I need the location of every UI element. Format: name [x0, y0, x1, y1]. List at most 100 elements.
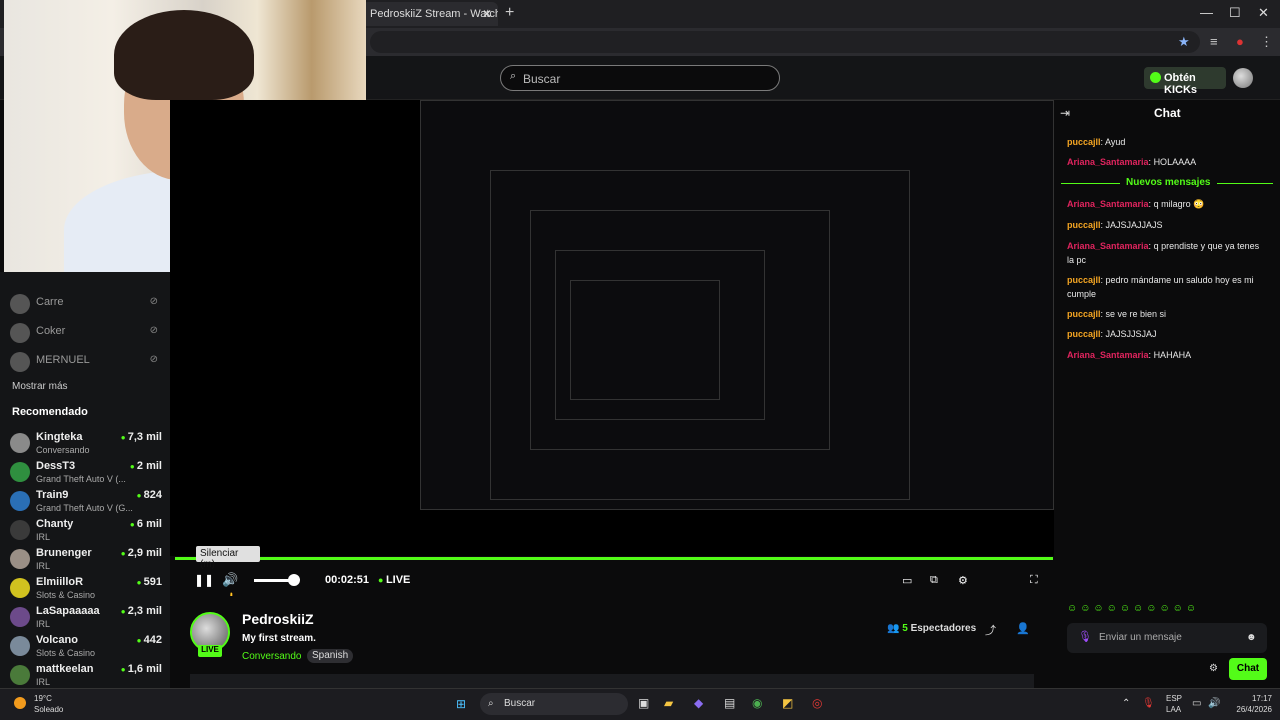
taskbar-search[interactable]: Buscar	[480, 693, 628, 715]
volume-slider-handle[interactable]	[288, 574, 300, 586]
viewer-count: 7,3 mil	[121, 431, 162, 443]
theater-mode-icon[interactable]: ▭	[902, 574, 912, 587]
stream-video[interactable]	[170, 100, 1054, 570]
chat-username[interactable]: Ariana_Santamaria	[1067, 350, 1149, 360]
streamer-name[interactable]: PedroskiiZ	[242, 611, 314, 627]
category-link[interactable]: Conversando	[242, 651, 301, 662]
windows-start-icon[interactable]: ⊞	[456, 697, 466, 711]
offline-icon: ⊘	[149, 296, 158, 307]
avatar	[10, 665, 30, 685]
emoji-icon[interactable]: ☻	[1246, 632, 1257, 643]
address-bar[interactable]	[370, 31, 1200, 53]
progress-bar[interactable]	[175, 557, 1053, 560]
user-avatar[interactable]	[1233, 68, 1253, 88]
chat-username[interactable]: puccajll	[1067, 220, 1101, 230]
chat-settings-icon[interactable]: ⚙	[1209, 663, 1218, 674]
sidebar-item-recommended[interactable]: Train9 Grand Theft Auto V (G... 824	[10, 489, 162, 519]
sidebar-item-recommended[interactable]: Kingteka Conversando 7,3 mil	[10, 431, 162, 461]
player-controls	[170, 556, 1054, 596]
sidebar-item-label: DessT3	[36, 460, 76, 472]
chat-username[interactable]: puccajll	[1067, 275, 1101, 285]
sidebar-item-label: LaSapaaaaa	[36, 605, 100, 617]
tray-language[interactable]: ESP	[1166, 694, 1182, 703]
maximize-icon[interactable]: ☐	[1229, 5, 1241, 21]
avatar	[10, 636, 30, 656]
menu-icon[interactable]: ⋮	[1260, 34, 1273, 50]
chat-message: Ariana_Santamaria: q milagro 😳	[1067, 197, 1267, 211]
sidebar-item-coker[interactable]: Coker ⊘	[10, 321, 162, 351]
follow-icon[interactable]: 👤	[1016, 622, 1030, 635]
bookmark-star-icon[interactable]: ★	[1178, 34, 1190, 50]
media-icon[interactable]: ≡	[1210, 34, 1218, 49]
tray-network-icon[interactable]: ▭	[1192, 698, 1201, 709]
viewer-count: 6 mil	[130, 518, 162, 530]
viewer-count: 👥 5 Espectadores	[887, 623, 976, 634]
chrome-icon[interactable]: ◉	[752, 696, 762, 710]
show-more-link[interactable]: Mostrar más	[12, 381, 68, 392]
sidebar-item-category: Grand Theft Auto V (G...	[36, 503, 133, 513]
chat-username[interactable]: Ariana_Santamaria	[1067, 199, 1149, 209]
chat-username[interactable]: puccajll	[1067, 329, 1101, 339]
weather-sun-icon[interactable]	[14, 697, 26, 709]
sidebar-item-recommended[interactable]: DessT3 Grand Theft Auto V (... 2 mil	[10, 460, 162, 490]
chat-message: Ariana_Santamaria: q prendiste y que ya …	[1067, 239, 1267, 267]
tray-overflow-icon[interactable]: ⌃	[1122, 698, 1130, 709]
tray-layout[interactable]: LAA	[1166, 705, 1181, 714]
chat-username[interactable]: Ariana_Santamaria	[1067, 157, 1149, 167]
mute-tooltip: Silenciar (m)	[196, 546, 260, 570]
copilot-icon[interactable]: ◆	[694, 696, 703, 710]
profile-icon[interactable]: ●	[1236, 34, 1244, 49]
obs-icon[interactable]: ◎	[812, 696, 822, 710]
tray-volume-icon[interactable]: 🔊	[1208, 698, 1220, 709]
tab-close-icon[interactable]: ✕	[482, 7, 492, 21]
tray-mic-icon[interactable]: 🎙	[1142, 698, 1155, 709]
tray-clock-time[interactable]: 17:17	[1240, 694, 1272, 703]
sidebar-item-recommended[interactable]: Volcano Slots & Casino 442	[10, 634, 162, 664]
app-icon[interactable]: ◩	[782, 696, 793, 710]
chat-message: puccajll: se ve re bien si	[1067, 307, 1267, 321]
language-tag[interactable]: Spanish	[307, 649, 354, 663]
new-tab-icon[interactable]: +	[505, 4, 514, 22]
store-icon[interactable]: ▤	[724, 696, 735, 710]
task-view-icon[interactable]: ▣	[638, 696, 649, 710]
new-messages-label: Nuevos mensajes	[1120, 177, 1217, 188]
chat-username[interactable]: Ariana_Santamaria	[1067, 241, 1149, 251]
search-input[interactable]: Buscar	[500, 65, 780, 91]
weather-temperature: 19°C	[34, 694, 52, 703]
volume-icon[interactable]: 🔊	[222, 572, 238, 588]
sidebar-item-carre[interactable]: Carre ⊘	[10, 292, 162, 322]
chat-message: puccajll: JAJSJAJJAJS	[1067, 218, 1267, 232]
chat-text: JAJSJJSJAJ	[1105, 329, 1157, 339]
send-chat-button[interactable]: Chat	[1229, 658, 1267, 680]
sidebar-item-recommended[interactable]: Brunenger IRL 2,9 mil	[10, 547, 162, 577]
sidebar-item-recommended[interactable]: Chanty IRL 6 mil	[10, 518, 162, 548]
settings-icon[interactable]: ⚙	[958, 574, 968, 587]
share-icon[interactable]: ⤴	[985, 622, 996, 638]
sidebar-item-label: Coker	[36, 325, 66, 337]
microphone-icon[interactable]: 🎙	[1078, 630, 1092, 643]
chat-username[interactable]: puccajll	[1067, 137, 1101, 147]
sidebar-item-recommended[interactable]: ElmiilloR Slots & Casino 591	[10, 576, 162, 606]
browser-tab[interactable]: PedroskiiZ Stream - Watch ✕	[362, 2, 498, 26]
tray-clock-date[interactable]: 26/4/2026	[1228, 705, 1272, 714]
taskbar-search-icon: ⌕	[488, 698, 494, 709]
sidebar-item-label: Carre	[36, 296, 64, 308]
chat-message-input[interactable]: Enviar un mensaje	[1067, 623, 1267, 653]
sidebar-item-mernuel[interactable]: MERNUEL ⊘	[10, 350, 162, 380]
sidebar-item-label: Brunenger	[36, 547, 92, 559]
file-explorer-icon[interactable]: ▰	[664, 696, 673, 710]
chat-username[interactable]: puccajll	[1067, 309, 1101, 319]
miniplayer-icon[interactable]: ⧉	[930, 574, 938, 587]
chat-message: Ariana_Santamaria: HAHAHA	[1067, 348, 1267, 362]
avatar	[10, 607, 30, 627]
fullscreen-icon[interactable]: ⛶	[1030, 574, 1038, 587]
emote-bar[interactable]: ☺☺☺☺☺☺☺☺☺☺	[1067, 603, 1199, 614]
collapse-chat-icon[interactable]: ⇥	[1060, 106, 1070, 120]
window-close-icon[interactable]: ✕	[1258, 5, 1269, 21]
pause-icon[interactable]: ❚❚	[194, 573, 214, 587]
avatar	[10, 549, 30, 569]
live-indicator[interactable]: LIVE	[378, 574, 410, 586]
chat-panel	[1054, 100, 1280, 688]
sidebar-item-recommended[interactable]: LaSapaaaaa IRL 2,3 mil	[10, 605, 162, 635]
minimize-icon[interactable]: —	[1200, 5, 1213, 20]
